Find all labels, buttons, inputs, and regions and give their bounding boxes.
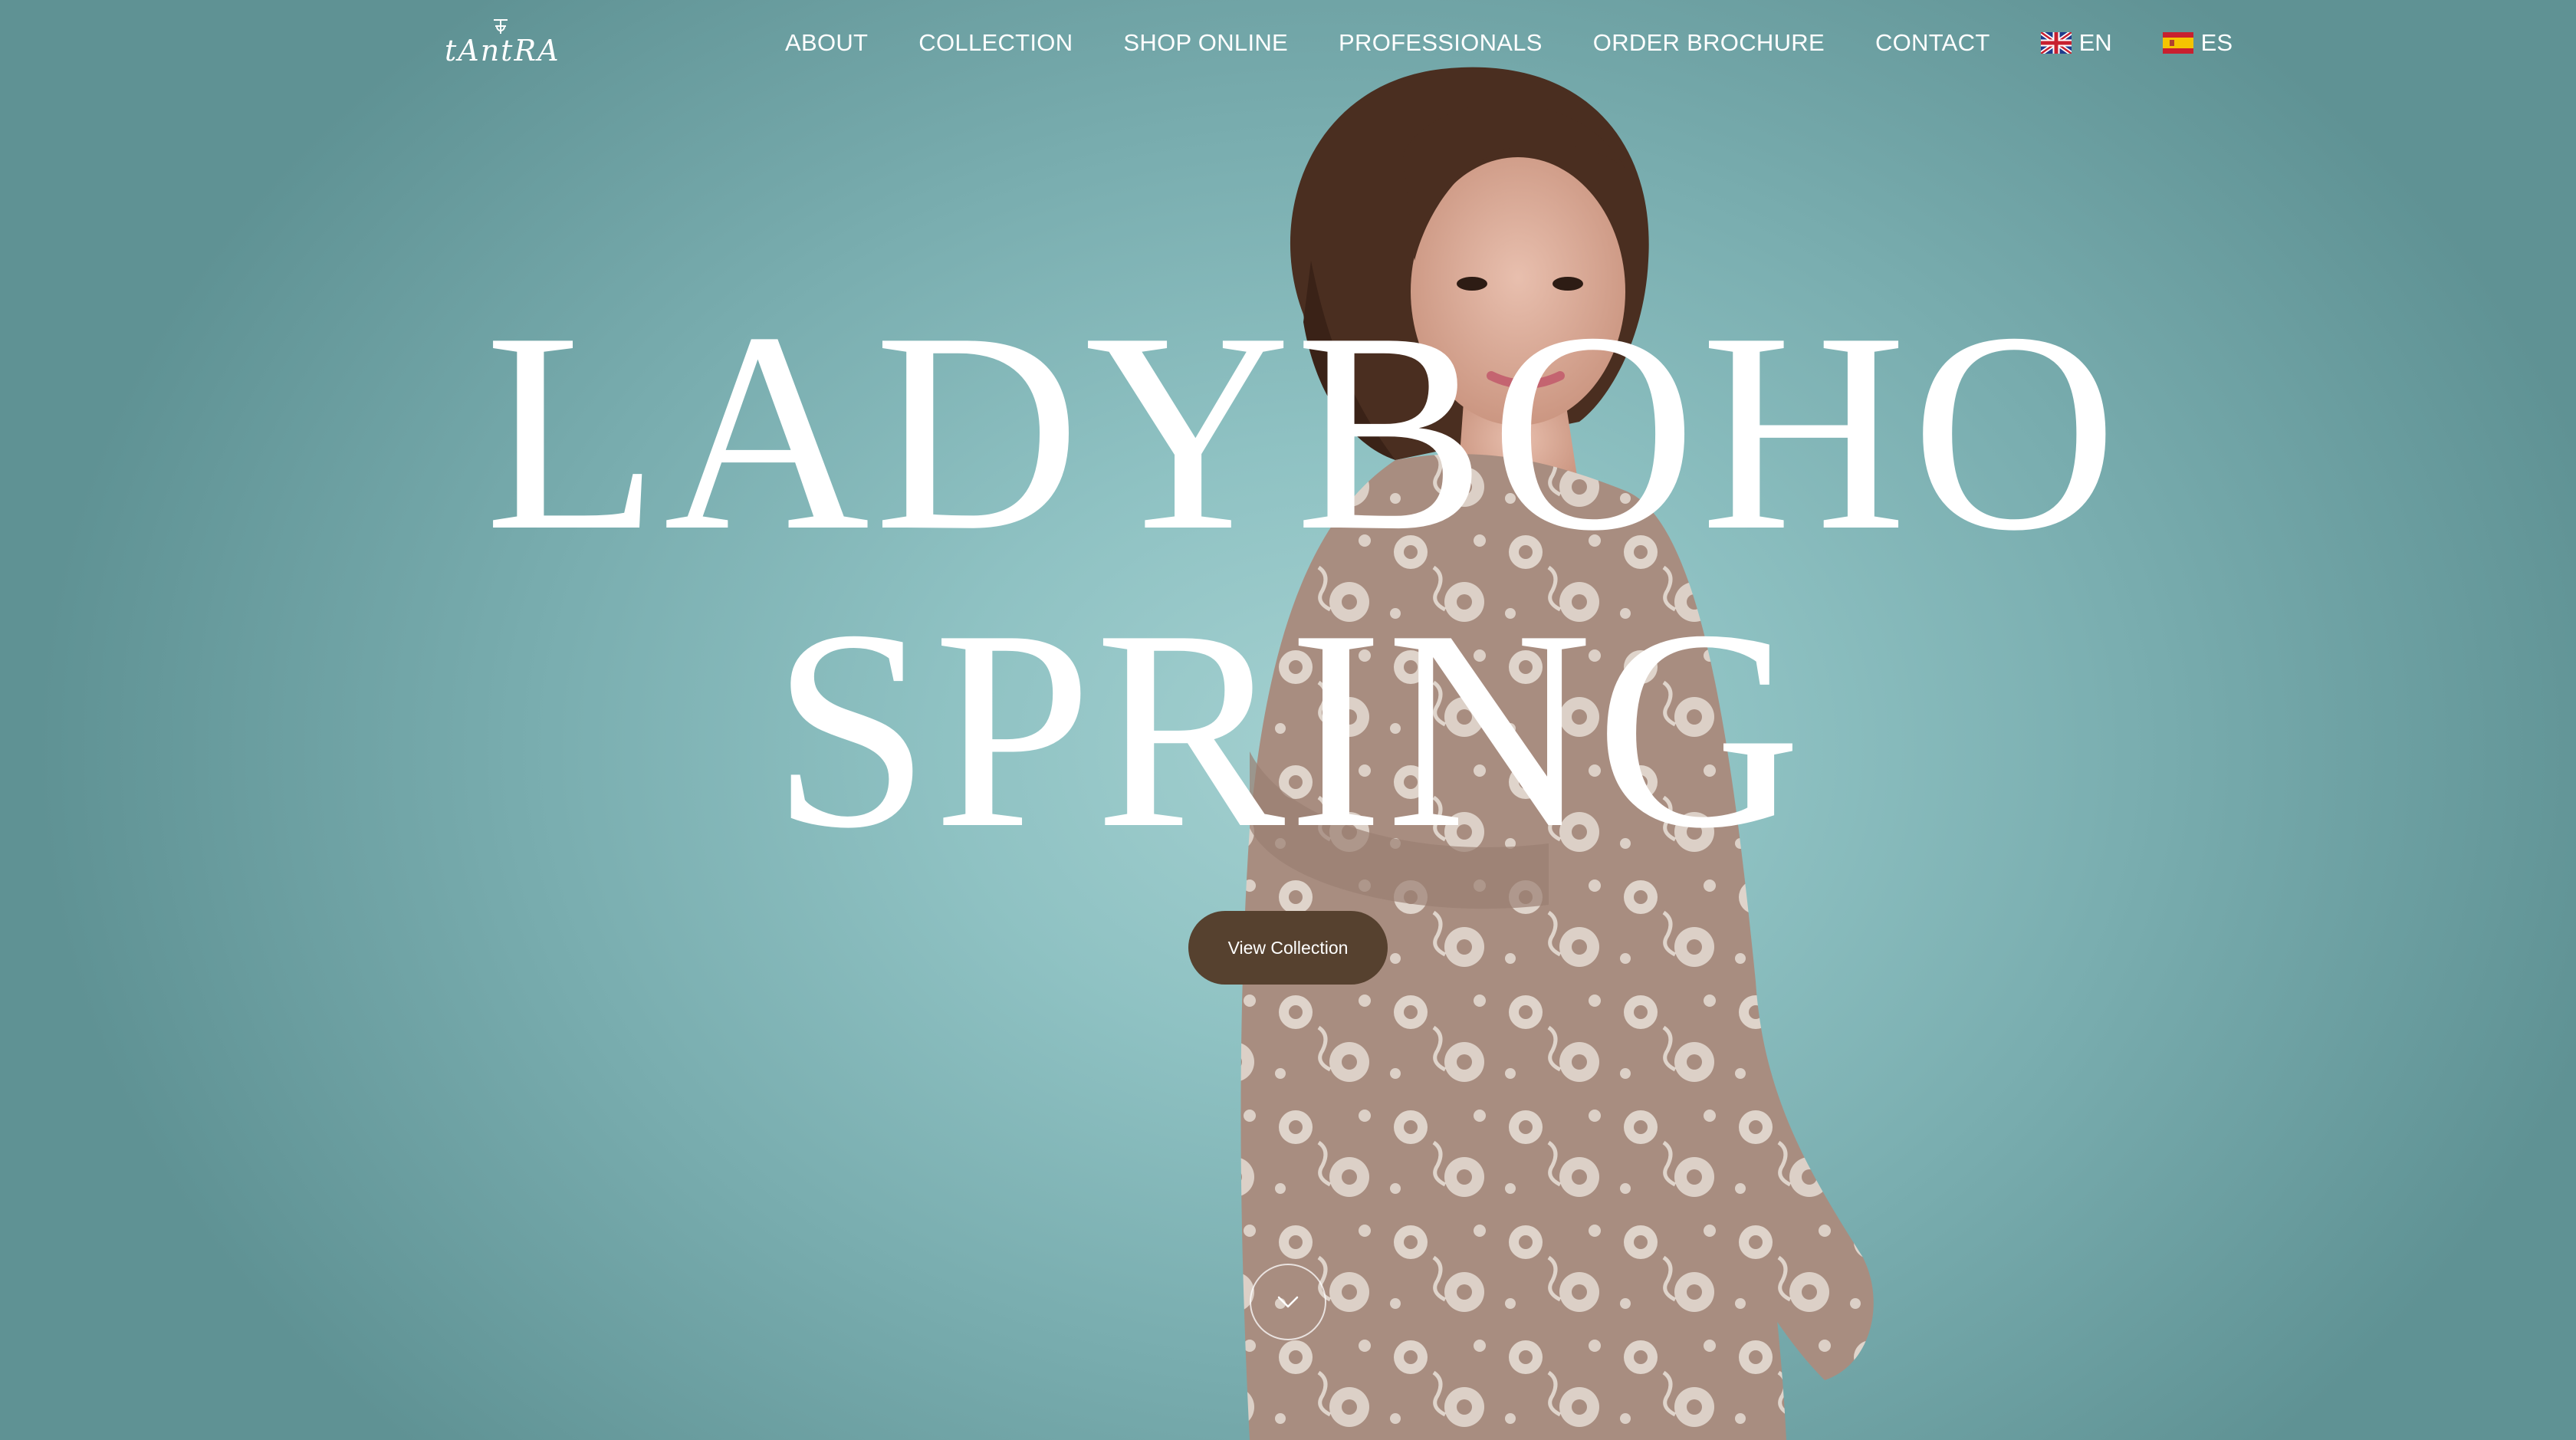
hero-section: tAntRA ABOUT COLLECTION SHOP ONLINE PROF…	[0, 0, 2576, 1440]
hero-title-line-1: LADYBOHO	[485, 275, 2122, 590]
language-es[interactable]: ES	[2162, 23, 2233, 63]
uk-flag-icon	[2040, 32, 2072, 54]
chevron-down-icon	[1277, 1296, 1299, 1308]
nav-contact[interactable]: CONTACT	[1875, 23, 1990, 63]
nav-collection[interactable]: COLLECTION	[918, 23, 1073, 63]
language-en-label: EN	[2078, 29, 2112, 56]
language-es-label: ES	[2200, 29, 2233, 56]
nav-professionals[interactable]: PROFESSIONALS	[1339, 23, 1543, 63]
nav-about[interactable]: ABOUT	[785, 23, 868, 63]
nav-shop-online[interactable]: SHOP ONLINE	[1123, 23, 1288, 63]
brand-logo[interactable]: tAntRA	[445, 17, 561, 67]
language-en[interactable]: EN	[2040, 23, 2112, 63]
spain-flag-icon	[2162, 32, 2193, 54]
nav-menu: ABOUT COLLECTION SHOP ONLINE PROFESSIONA…	[785, 23, 2233, 63]
view-collection-button[interactable]: View Collection	[1188, 911, 1388, 985]
nav-order-brochure[interactable]: ORDER BROCHURE	[1593, 23, 1825, 63]
logo-wordmark: tAntRA	[445, 34, 560, 67]
top-navigation: tAntRA ABOUT COLLECTION SHOP ONLINE PROF…	[0, 0, 2576, 84]
scroll-down-button[interactable]	[1250, 1264, 1326, 1340]
hero-title-line-2: SPRING	[771, 572, 1805, 887]
